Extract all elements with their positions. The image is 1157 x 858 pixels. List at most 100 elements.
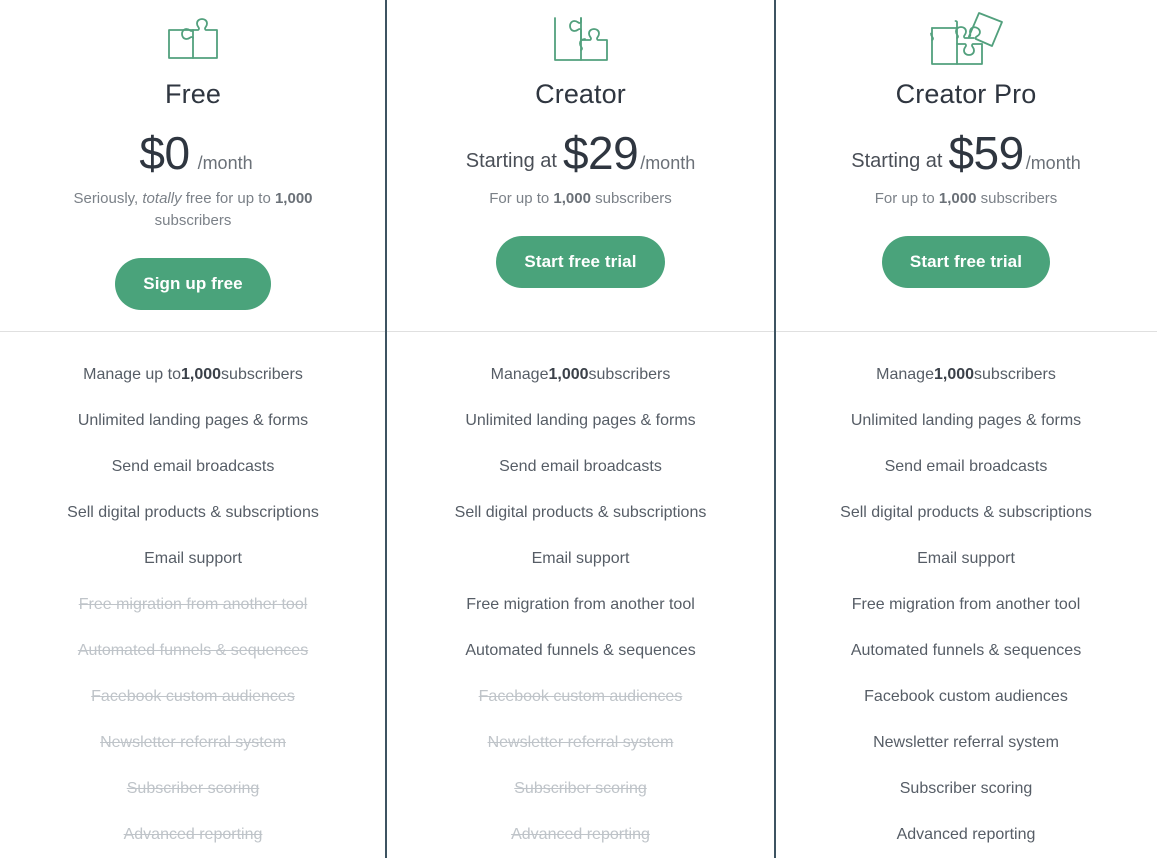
feature-text: Newsletter referral system — [487, 734, 674, 751]
plan-price-row: Starting at $59 /month — [851, 130, 1080, 176]
feature-text: Send email broadcasts — [111, 458, 275, 475]
feature-text: Facebook custom audiences — [478, 688, 683, 705]
plan-column-free: Free $0 /month Seriously, totally free f… — [0, 0, 386, 858]
feature-item: Email support — [386, 536, 775, 582]
feature-item: Automated funnels & sequences — [386, 628, 775, 674]
feature-item: Newsletter referral system — [0, 720, 386, 766]
price-note: For up to 1,000 subscribers — [489, 188, 672, 210]
feature-text: Unlimited landing pages & forms — [850, 412, 1082, 429]
feature-text: Email support — [917, 550, 1015, 567]
feature-text: Sell digital products & subscriptions — [67, 504, 319, 521]
start-free-trial-button-creator-pro[interactable]: Start free trial — [881, 236, 1051, 288]
feature-text: Subscriber scoring — [126, 780, 260, 797]
feature-item: Advanced reporting — [386, 812, 775, 858]
plan-price-row: Starting at $29 /month — [466, 130, 695, 176]
plan-header-creator: Creator Starting at $29 /month For up to… — [386, 0, 775, 320]
feature-item: Unlimited landing pages & forms — [0, 398, 386, 444]
feature-text: Automated funnels & sequences — [465, 642, 696, 659]
feature-text: Newsletter referral system — [873, 734, 1059, 751]
plan-name: Creator — [535, 79, 626, 109]
feature-text: Advanced reporting — [896, 826, 1036, 843]
feature-text: Send email broadcasts — [884, 458, 1048, 475]
price-note: For up to 1,000 subscribers — [875, 188, 1058, 210]
feature-item: Automated funnels & sequences — [775, 628, 1157, 674]
feature-item: Advanced reporting — [0, 812, 386, 858]
feature-text: Free migration from another tool — [78, 596, 308, 613]
feature-text: Email support — [144, 550, 242, 567]
feature-text: Sell digital products & subscriptions — [840, 504, 1092, 521]
price-amount: $59 — [948, 127, 1024, 179]
puzzle-two-pieces-icon — [164, 8, 222, 70]
price-amount: $29 — [562, 127, 639, 179]
price-note-mid: free for up to — [181, 190, 275, 207]
feature-text-suffix: subscribers — [974, 366, 1056, 383]
feature-item: Sell digital products & subscriptions — [0, 490, 386, 536]
price-note-pre: For up to — [874, 190, 939, 207]
price-prefix: Starting at — [851, 150, 943, 172]
feature-text: Advanced reporting — [511, 826, 650, 843]
price-note: Seriously, totally free for up to 1,000 … — [68, 188, 318, 232]
feature-text: Manage — [876, 366, 934, 383]
plan-column-creator-pro: Creator Pro Starting at $59 /month For u… — [775, 0, 1157, 858]
feature-item: Send email broadcasts — [386, 444, 775, 490]
feature-item: Send email broadcasts — [0, 444, 386, 490]
feature-item: Email support — [775, 536, 1157, 582]
plan-name: Free — [165, 79, 221, 109]
feature-list-free: Manage up to 1,000 subscribers Unlimited … — [0, 320, 386, 858]
feature-text: Free migration from another tool — [466, 596, 695, 613]
plan-name: Creator Pro — [895, 79, 1037, 109]
feature-text: Automated funnels & sequences — [850, 642, 1082, 659]
feature-item: Free migration from another tool — [0, 582, 386, 628]
price-note-post: subscribers — [590, 190, 672, 207]
price-amount: $0 — [139, 127, 190, 179]
feature-item: Facebook custom audiences — [775, 674, 1157, 720]
column-divider-1 — [385, 0, 387, 858]
puzzle-four-pieces-icon — [924, 8, 1008, 70]
price-period: /month — [640, 153, 696, 173]
feature-item: Subscriber scoring — [775, 766, 1157, 812]
plan-header-free: Free $0 /month Seriously, totally free f… — [0, 0, 386, 320]
feature-text: Send email broadcasts — [499, 458, 662, 475]
feature-item: Newsletter referral system — [775, 720, 1157, 766]
price-note-bold: 1,000 — [553, 190, 591, 207]
price-note-post: subscribers — [154, 212, 232, 229]
price-note-pre: For up to — [489, 190, 554, 207]
feature-text-suffix: subscribers — [588, 366, 671, 383]
signup-free-button[interactable]: Sign up free — [115, 258, 271, 310]
feature-list-creator: Manage 1,000 subscribers Unlimited landin… — [386, 320, 775, 858]
feature-text: Unlimited landing pages & forms — [465, 412, 696, 429]
feature-text: Newsletter referral system — [100, 734, 286, 751]
feature-item: Manage up to 1,000 subscribers — [0, 352, 386, 398]
feature-text: Subscriber scoring — [514, 780, 647, 797]
puzzle-three-pieces-icon — [548, 8, 614, 70]
feature-item: Automated funnels & sequences — [0, 628, 386, 674]
feature-highlight: 1,000 — [181, 366, 222, 383]
price-period: /month — [197, 153, 253, 173]
feature-item: Email support — [0, 536, 386, 582]
plan-price-row: $0 /month — [133, 130, 252, 176]
feature-highlight: 1,000 — [933, 366, 975, 383]
price-note-italic: totally — [142, 190, 182, 207]
feature-text: Subscriber scoring — [899, 780, 1033, 797]
feature-text: Manage — [490, 366, 549, 383]
feature-text: Facebook custom audiences — [864, 688, 1068, 705]
price-period: /month — [1025, 153, 1081, 173]
feature-item: Subscriber scoring — [0, 766, 386, 812]
price-note-bold: 1,000 — [938, 190, 977, 207]
feature-text: Advanced reporting — [123, 826, 263, 843]
feature-item: Subscriber scoring — [386, 766, 775, 812]
feature-item: Manage 1,000 subscribers — [386, 352, 775, 398]
feature-text-suffix: subscribers — [221, 366, 303, 383]
feature-list-creator-pro: Manage 1,000 subscribers Unlimited landin… — [775, 320, 1157, 858]
feature-text: Automated funnels & sequences — [77, 642, 309, 659]
feature-item: Unlimited landing pages & forms — [386, 398, 775, 444]
feature-item: Free migration from another tool — [386, 582, 775, 628]
feature-item: Manage 1,000 subscribers — [775, 352, 1157, 398]
start-free-trial-button-creator[interactable]: Start free trial — [496, 236, 665, 288]
feature-item: Facebook custom audiences — [386, 674, 775, 720]
feature-text: Free migration from another tool — [851, 596, 1081, 613]
header-features-divider — [0, 331, 1157, 332]
feature-text: Unlimited landing pages & forms — [77, 412, 309, 429]
price-note-bold: 1,000 — [274, 190, 313, 207]
feature-text: Manage up to — [83, 366, 181, 383]
